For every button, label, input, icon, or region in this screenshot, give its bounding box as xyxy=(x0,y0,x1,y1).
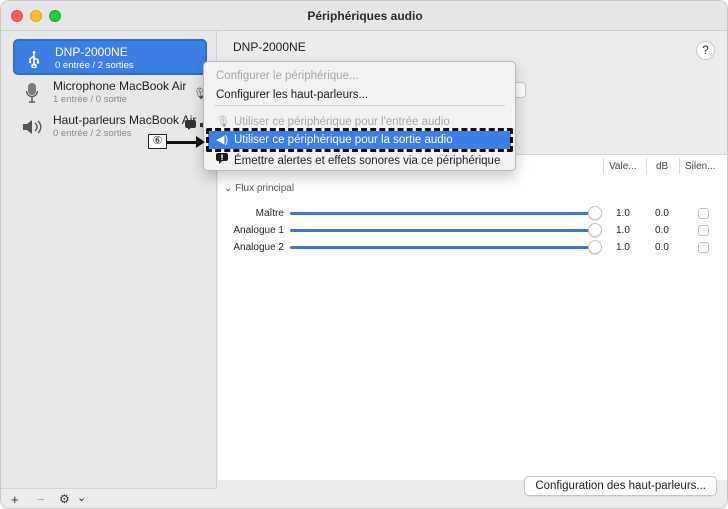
mute-checkbox[interactable] xyxy=(698,225,709,236)
add-device-button[interactable]: + xyxy=(11,492,19,507)
column-mute[interactable]: Silen... xyxy=(685,161,716,172)
chevron-down-icon: ⌄ xyxy=(224,183,233,194)
window-title: Périphériques audio xyxy=(307,9,423,23)
device-io-count: 0 entrée / 2 sorties xyxy=(53,128,132,139)
volume-slider-track[interactable] xyxy=(290,212,592,215)
device-name: Haut-parleurs MacBook Air xyxy=(53,113,197,127)
device-name: DNP-2000NE xyxy=(55,45,128,59)
column-db[interactable]: dB xyxy=(656,161,668,172)
volume-slider-knob[interactable] xyxy=(588,206,602,220)
channel-label: Analogue 2 xyxy=(233,242,284,253)
channel-label: Analogue 1 xyxy=(233,225,284,236)
configure-speakers-button[interactable]: Configuration des haut-parleurs... xyxy=(524,476,717,496)
usb-icon xyxy=(23,47,45,71)
help-button[interactable]: ? xyxy=(696,41,715,60)
page-title: DNP-2000NE xyxy=(233,40,306,54)
device-item-speakers[interactable]: Haut-parleurs MacBook Air 0 entrée / 2 s… xyxy=(13,109,209,145)
chevron-down-icon[interactable]: ⌄ xyxy=(77,491,86,504)
remove-device-button[interactable]: − xyxy=(37,492,45,507)
channel-value: 1.0 xyxy=(616,225,630,236)
volume-table: Vale... dB Silen... ⌄ Flux principal Maî… xyxy=(218,154,727,480)
channel-db: 0.0 xyxy=(655,242,669,253)
step-callout: ⑥ xyxy=(148,134,167,149)
volume-slider-track[interactable] xyxy=(290,229,592,232)
context-menu: Configurer le périphérique... Configurer… xyxy=(203,61,516,171)
menu-item-use-for-input[interactable]: 🎙︎ Utiliser ce périphérique pour l'entrée… xyxy=(216,115,450,128)
menu-item-configure-device[interactable]: Configurer le périphérique... xyxy=(216,70,359,82)
menu-item-label: Émettre alertes et effets sonores via ce… xyxy=(234,155,501,167)
column-value[interactable]: Vale... xyxy=(609,161,637,172)
channel-label: Maître xyxy=(255,208,284,219)
microphone-icon xyxy=(21,81,43,105)
title-bar: Périphériques audio xyxy=(1,1,727,31)
volume-slider-knob[interactable] xyxy=(588,223,602,237)
speaker-icon xyxy=(21,115,43,139)
audio-devices-window: Périphériques audio DNP-2000NE 0 entrée … xyxy=(0,0,728,509)
menu-item-configure-speakers[interactable]: Configurer les haut-parleurs... xyxy=(216,89,368,101)
group-header[interactable]: ⌄ Flux principal xyxy=(224,183,294,194)
device-name: Microphone MacBook Air xyxy=(53,79,187,93)
channel-db: 0.0 xyxy=(655,208,669,219)
callout-arrow-head xyxy=(196,136,205,148)
channel-value: 1.0 xyxy=(616,208,630,219)
highlight-dashed-box xyxy=(206,128,513,152)
device-sidebar: DNP-2000NE 0 entrée / 2 sorties Micropho… xyxy=(1,31,217,508)
menu-item-alerts[interactable]: Émettre alertes et effets sonores via ce… xyxy=(216,153,500,167)
microphone-icon: 🎙︎ xyxy=(216,116,230,128)
menu-separator xyxy=(214,105,505,106)
mute-checkbox[interactable] xyxy=(698,242,709,253)
alert-icon xyxy=(216,153,230,167)
volume-slider-track[interactable] xyxy=(290,246,592,249)
device-io-count: 1 entrée / 0 sortie xyxy=(53,94,127,105)
group-title: Flux principal xyxy=(235,183,295,194)
channel-value: 1.0 xyxy=(616,242,630,253)
mute-checkbox[interactable] xyxy=(698,208,709,219)
channel-db: 0.0 xyxy=(655,225,669,236)
device-item-dnp-2000ne[interactable]: DNP-2000NE 0 entrée / 2 sorties xyxy=(13,39,207,75)
menu-item-label: Utiliser ce périphérique pour l'entrée a… xyxy=(234,116,450,128)
gear-icon[interactable]: ⚙ xyxy=(59,492,70,506)
device-item-microphone[interactable]: Microphone MacBook Air 1 entrée / 0 sort… xyxy=(13,75,207,111)
callout-arrow xyxy=(167,141,198,144)
volume-slider-knob[interactable] xyxy=(588,240,602,254)
device-io-count: 0 entrée / 2 sorties xyxy=(55,60,134,71)
sidebar-toolbar: + − ⚙ ⌄ xyxy=(1,488,217,508)
